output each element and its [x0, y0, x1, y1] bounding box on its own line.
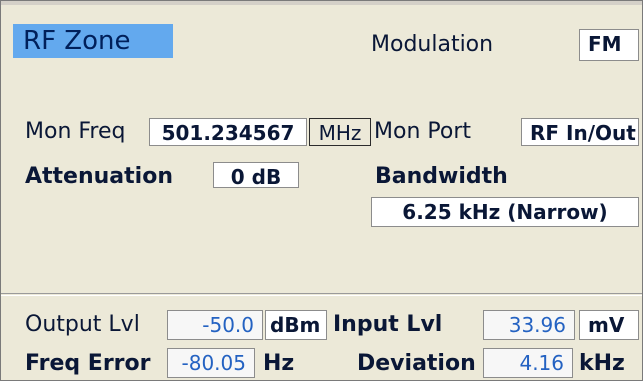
mon-freq-field[interactable]: 501.234567: [149, 118, 307, 146]
bandwidth-field[interactable]: 6.25 kHz (Narrow): [371, 197, 639, 227]
zone-title: RF Zone: [13, 24, 173, 58]
output-lvl-readout: -50.0: [167, 310, 263, 340]
section-divider: [1, 293, 642, 294]
output-lvl-unit[interactable]: dBm: [265, 310, 327, 340]
attenuation-field[interactable]: 0 dB: [213, 162, 299, 188]
mon-port-label: Mon Port: [374, 119, 471, 144]
section-divider-highlight: [1, 295, 642, 296]
deviation-readout: 4.16: [483, 348, 573, 378]
mon-port-field[interactable]: RF In/Out: [521, 118, 639, 146]
output-lvl-label: Output Lvl: [25, 312, 140, 337]
input-lvl-unit[interactable]: mV: [579, 310, 639, 340]
input-lvl-readout: 33.96: [483, 310, 575, 340]
rf-zone-panel: RF Zone Modulation FM Mon Freq 501.23456…: [0, 0, 643, 381]
freq-error-label: Freq Error: [25, 351, 151, 376]
mon-freq-label: Mon Freq: [25, 119, 126, 144]
input-lvl-label: Input Lvl: [333, 312, 443, 337]
bandwidth-label: Bandwidth: [375, 164, 508, 189]
top-border: [1, 1, 642, 5]
freq-error-readout: -80.05: [167, 348, 255, 378]
mon-freq-unit-button[interactable]: MHz: [309, 118, 371, 146]
modulation-label: Modulation: [371, 32, 494, 57]
deviation-unit: kHz: [579, 351, 625, 376]
attenuation-label: Attenuation: [25, 164, 173, 189]
deviation-label: Deviation: [357, 351, 476, 376]
freq-error-unit: Hz: [263, 351, 295, 376]
modulation-field[interactable]: FM: [579, 29, 639, 61]
